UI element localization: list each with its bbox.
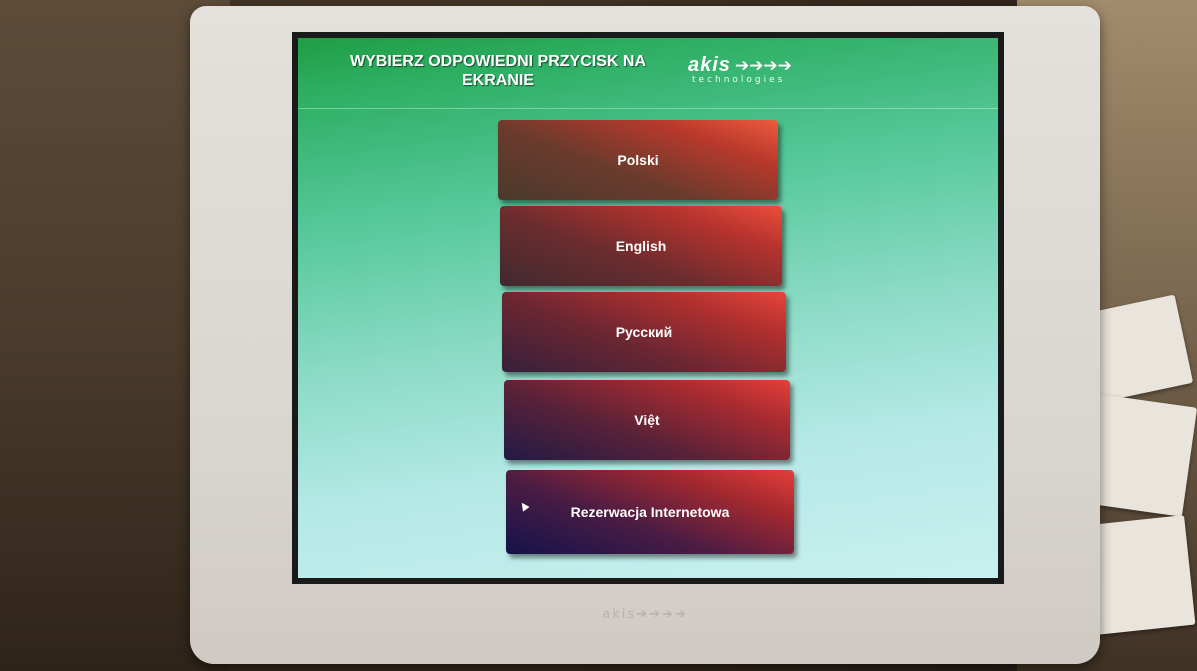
- language-button-vietnamese[interactable]: Việt: [504, 380, 790, 460]
- language-button-russian[interactable]: Русский: [502, 292, 786, 372]
- screen-header: WYBIERZ ODPOWIEDNI PRZYCISK NA EKRANIE a…: [298, 38, 998, 109]
- logo-arrows-icon: ➔➔➔➔: [734, 56, 792, 76]
- kiosk-screen: WYBIERZ ODPOWIEDNI PRZYCISK NA EKRANIE a…: [292, 32, 1004, 584]
- language-button-polski[interactable]: Polski: [498, 120, 778, 200]
- logo-subtitle: technologies: [692, 75, 786, 85]
- bezel-brand-logo: akis➔➔➔➔: [602, 607, 688, 622]
- language-button-english[interactable]: English: [500, 206, 782, 286]
- page-title: WYBIERZ ODPOWIEDNI PRZYCISK NA EKRANIE: [349, 53, 646, 89]
- paper-stack: [1084, 515, 1196, 635]
- logo-word: akis: [688, 54, 731, 76]
- internet-reservation-button[interactable]: Rezerwacja Internetowa: [506, 470, 794, 554]
- akis-logo: akis ➔➔➔➔ technologies: [688, 54, 838, 94]
